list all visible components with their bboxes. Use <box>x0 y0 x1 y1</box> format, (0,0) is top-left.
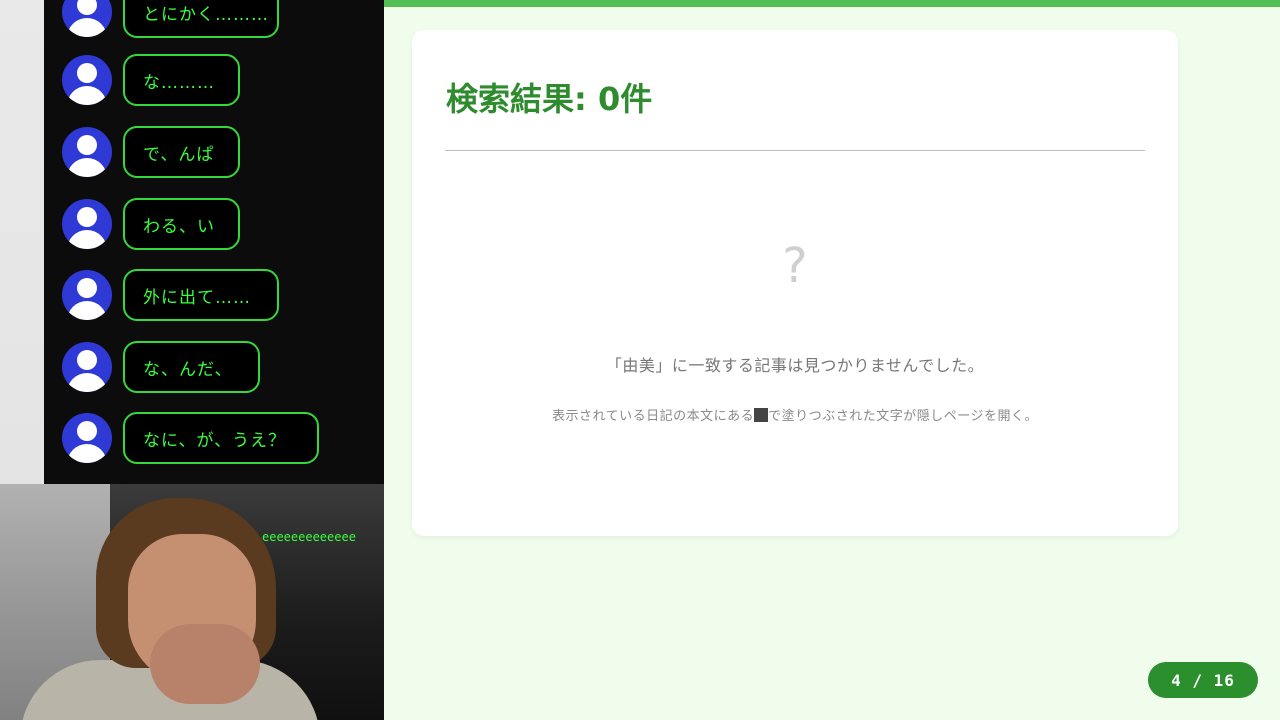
divider <box>445 150 1145 151</box>
user-avatar-icon <box>62 413 112 463</box>
chat-bubble: で、んぱ <box>123 126 240 178</box>
page-title: 検索結果: 0件 <box>446 80 653 118</box>
user-avatar-icon <box>62 127 112 177</box>
user-avatar-icon <box>62 342 112 392</box>
user-avatar-icon <box>62 199 112 249</box>
chat-bubble: なに、が、うえ？ <box>123 412 319 464</box>
chat-window: とにかく……… な……… で、んぱ わる、い 外に出て…… な、んだ、 なに、が… <box>44 0 384 544</box>
question-mark-icon: ? <box>782 238 808 294</box>
webcam-overlay <box>0 484 384 720</box>
user-avatar-icon <box>62 55 112 105</box>
top-accent-bar <box>384 0 1280 7</box>
chat-bubble: わる、い <box>123 198 240 250</box>
user-avatar-icon <box>62 0 112 37</box>
search-result-card: 検索結果: 0件 ? 「由美」に一致する記事は見つかりませんでした。 表示されて… <box>412 30 1178 536</box>
no-results-message: 「由美」に一致する記事は見つかりませんでした。 <box>605 356 985 375</box>
chat-bubble: な……… <box>123 54 240 106</box>
page-counter-badge: 4 / 16 <box>1148 662 1258 698</box>
chat-bubble: な、んだ、 <box>123 341 260 393</box>
hint-message: 表示されている日記の本文にある で塗りつぶされた文字が隠しページを開く。 <box>412 405 1178 424</box>
hint-text-before: 表示されている日記の本文にある <box>552 409 755 424</box>
hint-text-after: で塗りつぶされた文字が隠しページを開く。 <box>768 409 1038 424</box>
left-overlay: とにかく……… な……… で、んぱ わる、い 外に出て…… な、んだ、 なに、が… <box>0 0 384 720</box>
chat-bubble: とにかく……… <box>123 0 279 38</box>
redaction-block-icon <box>754 408 769 422</box>
glitch-text: eeeeeeeeeeeee <box>262 530 356 544</box>
chat-bubble: 外に出て…… <box>123 269 279 321</box>
user-avatar-icon <box>62 270 112 320</box>
